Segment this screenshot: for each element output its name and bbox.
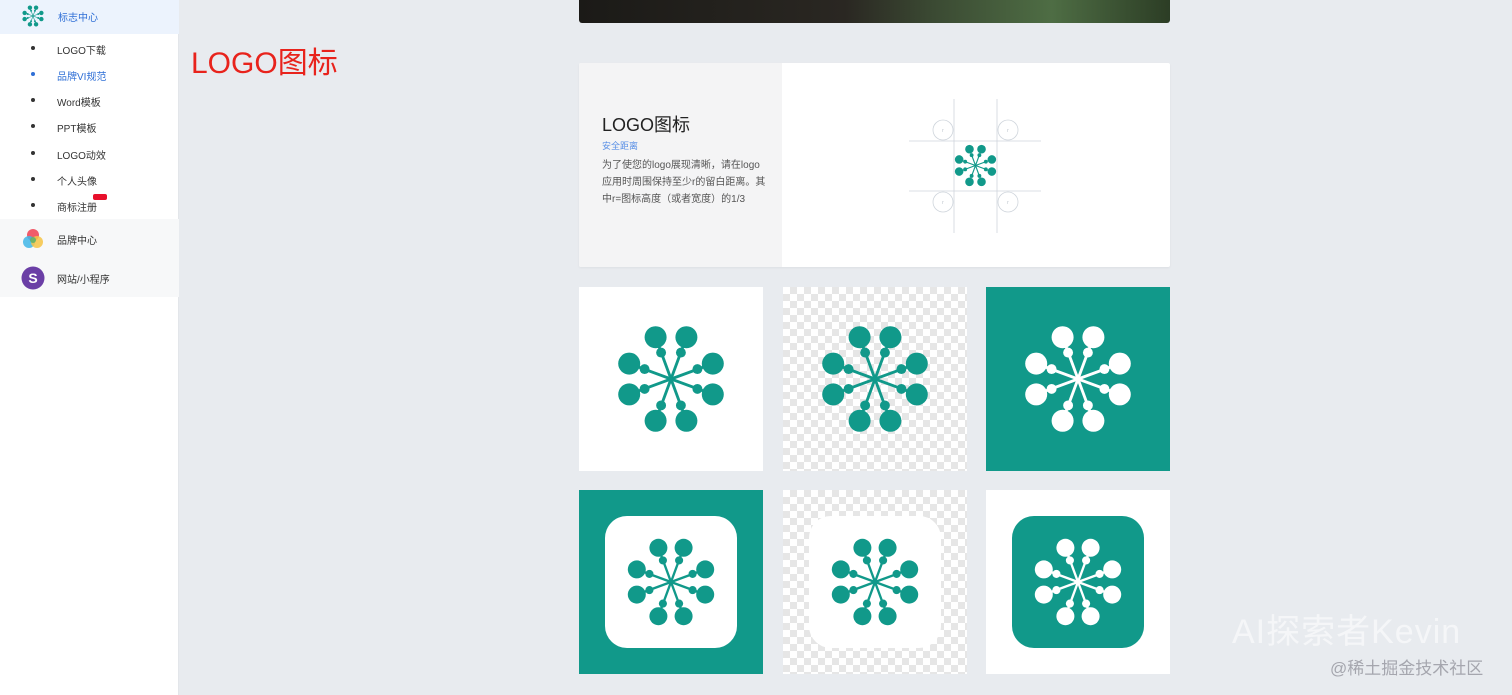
bullet <box>31 203 35 207</box>
snowflake-logo-icon <box>616 324 726 434</box>
tile-teal-on-transparent <box>783 287 967 471</box>
svg-text:r: r <box>1007 200 1009 206</box>
sidebar-subitem-label: PPT模板 <box>57 124 97 135</box>
safe-distance-diagram: r r r r <box>909 99 1041 233</box>
s-letter-icon: S <box>21 266 45 290</box>
snowflake-logo-icon <box>22 5 44 27</box>
sidebar-subitem-label: 个人头像 <box>57 177 97 188</box>
bullet <box>31 98 35 102</box>
bullet <box>31 177 35 181</box>
app-icon-container <box>605 516 737 648</box>
tile-app-icon-white-on-transparent <box>783 490 967 674</box>
tile-white-on-teal <box>986 287 1170 471</box>
app-icon-container <box>1012 516 1144 648</box>
brand-circles-icon <box>23 229 43 248</box>
app-icon-container <box>809 516 941 648</box>
bullet <box>31 151 35 155</box>
sidebar-subitem-ppt-template[interactable]: PPT模板 <box>0 113 179 139</box>
tile-teal-on-white <box>579 287 763 471</box>
sidebar-subitem-label: 品牌VI规范 <box>57 72 107 83</box>
sidebar-item-logo-center[interactable]: 标志中心 <box>0 0 179 34</box>
sidebar-subitem-label: 商标注册 <box>57 203 97 214</box>
sidebar-subitem-avatar[interactable]: 个人头像 <box>0 166 179 192</box>
sidebar-item-label: 品牌中心 <box>57 236 97 247</box>
tile-app-icon-white-on-teal <box>579 490 763 674</box>
bullet <box>31 72 35 76</box>
sidebar-subitem-label: LOGO动效 <box>57 151 106 162</box>
sidebar-subitem-label: LOGO下载 <box>57 46 106 57</box>
sidebar-header-label: 标志中心 <box>58 13 98 24</box>
sidebar-subitem-trademark[interactable]: 商标注册 <box>0 192 179 218</box>
sidebar: 标志中心 LOGO下载 品牌VI规范 Word模板 PPT模板 LOGO动效 个… <box>0 0 179 695</box>
banner-image <box>579 0 1170 23</box>
snowflake-logo-icon <box>1023 324 1133 434</box>
snowflake-logo-icon <box>1033 537 1123 627</box>
snowflake-logo-icon <box>820 324 930 434</box>
bullet <box>31 46 35 50</box>
author-watermark: AI探索者Kevin <box>1232 613 1462 651</box>
sidebar-subitem-word-template[interactable]: Word模板 <box>0 87 179 113</box>
svg-text:r: r <box>942 200 944 206</box>
sidebar-subitem-brand-vi[interactable]: 品牌VI规范 <box>0 61 179 87</box>
site-watermark: @稀土掘金技术社区 <box>1330 659 1484 678</box>
sidebar-subitem-logo-animation[interactable]: LOGO动效 <box>0 140 179 166</box>
s-letter: S <box>28 270 37 286</box>
card-description: 为了使您的logo展现清晰，请在logo应用时周围保持至少r的留白距离。其中r=… <box>602 160 766 205</box>
bullet <box>31 124 35 128</box>
annotation-heading: LOGO图标 <box>191 47 338 80</box>
sidebar-item-website[interactable]: S 网站/小程序 <box>0 258 179 297</box>
svg-text:r: r <box>1007 128 1009 134</box>
tile-app-icon-teal-on-white <box>986 490 1170 674</box>
safe-distance-card: LOGO图标 安全距离 为了使您的logo展现清晰，请在logo应用时周围保持至… <box>579 63 1170 267</box>
sidebar-item-label: 网站/小程序 <box>57 275 110 286</box>
new-badge <box>93 194 107 200</box>
snowflake-logo-icon <box>830 537 920 627</box>
sidebar-subitem-label: Word模板 <box>57 98 101 109</box>
safe-distance-text-panel: LOGO图标 安全距离 为了使您的logo展现清晰，请在logo应用时周围保持至… <box>579 63 782 267</box>
sidebar-subitem-logo-download[interactable]: LOGO下载 <box>0 35 179 61</box>
snowflake-logo-icon <box>626 537 716 627</box>
sidebar-item-brand-center[interactable]: 品牌中心 <box>0 219 179 258</box>
card-subtitle: 安全距离 <box>602 141 639 151</box>
svg-text:r: r <box>942 128 944 134</box>
card-title: LOGO图标 <box>602 115 691 135</box>
